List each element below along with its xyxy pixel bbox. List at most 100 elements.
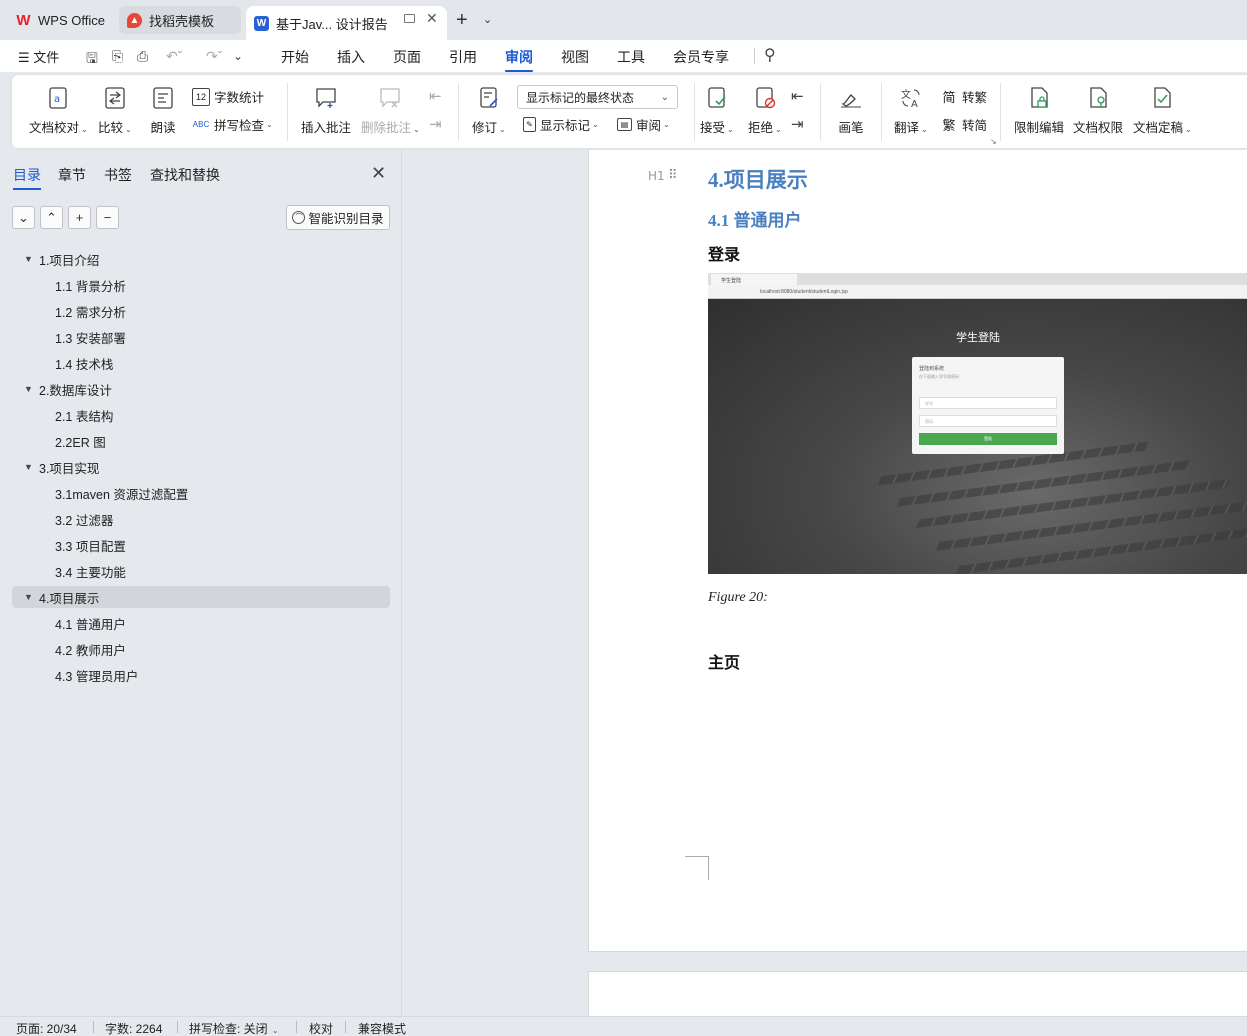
close-icon[interactable]: ✕ [371, 164, 386, 182]
menu-review[interactable]: 审阅 [505, 47, 533, 72]
undo-icon[interactable]: ↶ˇ [166, 48, 182, 65]
tab-bookmarks[interactable]: 书签 [104, 165, 132, 185]
new-tab-icon[interactable]: + [456, 10, 468, 30]
menu-references[interactable]: 引用 [449, 47, 477, 67]
expand-triangle-icon[interactable]: ▼ [24, 384, 33, 394]
search-icon[interactable]: ⚲ [764, 45, 776, 65]
collapse-all-button[interactable]: ⌄ [12, 206, 35, 229]
toc-item[interactable]: 1.1 背景分析 [12, 274, 390, 296]
tab-wps-office[interactable]: W WPS Office [8, 6, 116, 34]
word-count-button[interactable]: 12 字数统计 [192, 87, 264, 106]
tab-find-replace[interactable]: 查找和替换 [150, 165, 220, 185]
to-simplified-button[interactable]: 繁 转简 [940, 115, 987, 134]
spell-check-button[interactable]: ABC 拼写检查 ⌄ [192, 115, 273, 134]
print-preview-icon[interactable]: ⎙ [137, 48, 148, 65]
toc-item[interactable]: 3.2 过滤器 [12, 508, 390, 530]
heading-login[interactable]: 登录 [708, 241, 740, 265]
toc-item[interactable]: 3.1maven 资源过滤配置 [12, 482, 390, 504]
next-comment-icon[interactable]: ⇥ [429, 115, 442, 133]
accept-button[interactable]: 接受 ⌄ [700, 85, 734, 136]
markup-state-dropdown[interactable]: 显示标记的最终状态 ⌄ [517, 85, 678, 109]
expand-triangle-icon[interactable]: ▼ [24, 592, 33, 602]
redo-icon[interactable]: ↷ˇ [206, 48, 222, 65]
tab-toc[interactable]: 目录 [13, 165, 41, 190]
tab-docer-templates[interactable]: ▲ 找稻壳模板 [119, 6, 241, 34]
restrict-edit-button[interactable]: 限制编辑 [1014, 85, 1064, 136]
track-changes-button[interactable]: 修订 ⌄ [472, 85, 506, 136]
file-menu[interactable]: ☰ 文件 [18, 47, 59, 66]
proof-status[interactable]: 校对 [309, 1020, 333, 1036]
screenshot-login-card: 登陆到系统 在下面输入学号和密码 学号 密码 登陆 [912, 357, 1064, 454]
delete-comment-button[interactable]: 删除批注 ⌄ [361, 85, 420, 136]
next-change-icon[interactable]: ⇥ [791, 115, 804, 133]
screenshot-card-subtitle: 在下面输入学号和密码 [919, 374, 959, 379]
accept-icon [704, 85, 730, 111]
menu-home[interactable]: 开始 [281, 47, 309, 67]
previous-comment-icon[interactable]: ⇤ [429, 87, 442, 105]
toc-item[interactable]: ▼ 1.项目介绍 [12, 248, 390, 270]
toc-item[interactable]: 4.3 管理员用户 [12, 664, 390, 686]
embedded-screenshot[interactable]: 学生登陆 localhost:8080/student/studentLogin… [708, 273, 1247, 574]
proofread-button[interactable]: a 文档校对 ⌄ [29, 85, 88, 136]
status-bar: 页面: 20/34 字数: 2264 拼写检查: 关闭 ⌄ 校对 兼容模式 [0, 1016, 1247, 1036]
show-markup-label: 显示标记 [540, 119, 591, 133]
toc-item[interactable]: 2.1 表结构 [12, 404, 390, 426]
toc-item[interactable]: ▼ 4.项目展示 [12, 586, 390, 608]
spell-check-status[interactable]: 拼写检查: 关闭 ⌄ [189, 1020, 279, 1036]
figure-caption[interactable]: Figure 20: [708, 590, 768, 606]
add-heading-button[interactable]: + [68, 206, 91, 229]
menu-membership[interactable]: 会员专享 [673, 47, 729, 67]
expand-triangle-icon[interactable]: ▼ [24, 254, 33, 264]
toc-item[interactable]: 4.1 普通用户 [12, 612, 390, 634]
word-count[interactable]: 字数: 2264 [105, 1020, 162, 1036]
tab-sections[interactable]: 章节 [58, 165, 86, 185]
heading-2[interactable]: 4.1 普通用户 [708, 206, 802, 231]
reject-button[interactable]: 拒绝 ⌄ [748, 85, 782, 136]
menu-insert[interactable]: 插入 [337, 47, 365, 67]
to-traditional-button[interactable]: 简 转繁 [940, 87, 987, 106]
save-icon[interactable]: 🖫 [86, 48, 98, 72]
toc-item[interactable]: 2.2ER 图 [12, 430, 390, 452]
navigation-pane: 目录 章节 书签 查找和替换 ✕ ⌄ ⌃ + − ⌒ 智能识别目录 ▼ 1.项目介… [0, 150, 402, 1016]
toc-item[interactable]: 3.3 项目配置 [12, 534, 390, 556]
expand-triangle-icon[interactable]: ▼ [24, 462, 33, 472]
smart-toc-button[interactable]: ⌒ 智能识别目录 [286, 205, 390, 230]
page-indicator[interactable]: 页面: 20/34 [16, 1020, 77, 1036]
heading-1[interactable]: 4.项目展示 [708, 164, 808, 194]
menu-tools[interactable]: 工具 [617, 47, 645, 67]
remove-heading-button[interactable]: − [96, 206, 119, 229]
review-pane-button[interactable]: ▤ 审阅 ⌄ [617, 115, 670, 134]
insert-comment-button[interactable]: 插入批注 [301, 85, 351, 136]
toc-item[interactable]: 1.4 技术栈 [12, 352, 390, 374]
heading-home[interactable]: 主页 [708, 649, 740, 673]
smart-icon: ⌒ [292, 211, 306, 224]
divider [287, 83, 288, 141]
toc-item[interactable]: ▼ 3.项目实现 [12, 456, 390, 478]
toc-item[interactable]: 3.4 主要功能 [12, 560, 390, 582]
expand-all-button[interactable]: ⌃ [40, 206, 63, 229]
toc-item[interactable]: ▼ 2.数据库设计 [12, 378, 390, 400]
compare-button[interactable]: 比较 ⌄ [98, 85, 132, 136]
tab-document[interactable]: W 基于Jav... 设计报告 ✕ [246, 6, 447, 40]
menu-page[interactable]: 页面 [393, 47, 421, 67]
translate-label: 翻译 [894, 121, 920, 135]
read-aloud-button[interactable]: 朗读 [150, 85, 176, 136]
toc-item[interactable]: 1.2 需求分析 [12, 300, 390, 322]
more-chevron-icon[interactable]: ⌄ [233, 49, 243, 63]
close-icon[interactable]: ✕ [426, 10, 438, 27]
window-icon[interactable] [404, 14, 415, 23]
previous-change-icon[interactable]: ⇤ [791, 87, 804, 105]
drag-handle-icon[interactable]: ⠿ [668, 167, 677, 183]
doc-finalize-button[interactable]: 文档定稿 ⌄ [1133, 85, 1192, 136]
doc-permission-button[interactable]: 文档权限 [1073, 85, 1123, 136]
chevron-down-icon[interactable]: ⌄ [483, 13, 492, 26]
share-icon[interactable]: ⎘ [112, 48, 123, 65]
expand-group-icon[interactable]: ↘ [990, 137, 997, 146]
translate-button[interactable]: 文A 翻译 ⌄ [894, 85, 928, 136]
menu-view[interactable]: 视图 [561, 47, 589, 67]
toc-item[interactable]: 1.3 安装部署 [12, 326, 390, 348]
toc-item[interactable]: 4.2 教师用户 [12, 638, 390, 660]
ink-button[interactable]: 画笔 [838, 85, 864, 136]
pen-icon [838, 85, 864, 111]
show-markup-button[interactable]: ✎ 显示标记 ⌄ [523, 115, 599, 134]
